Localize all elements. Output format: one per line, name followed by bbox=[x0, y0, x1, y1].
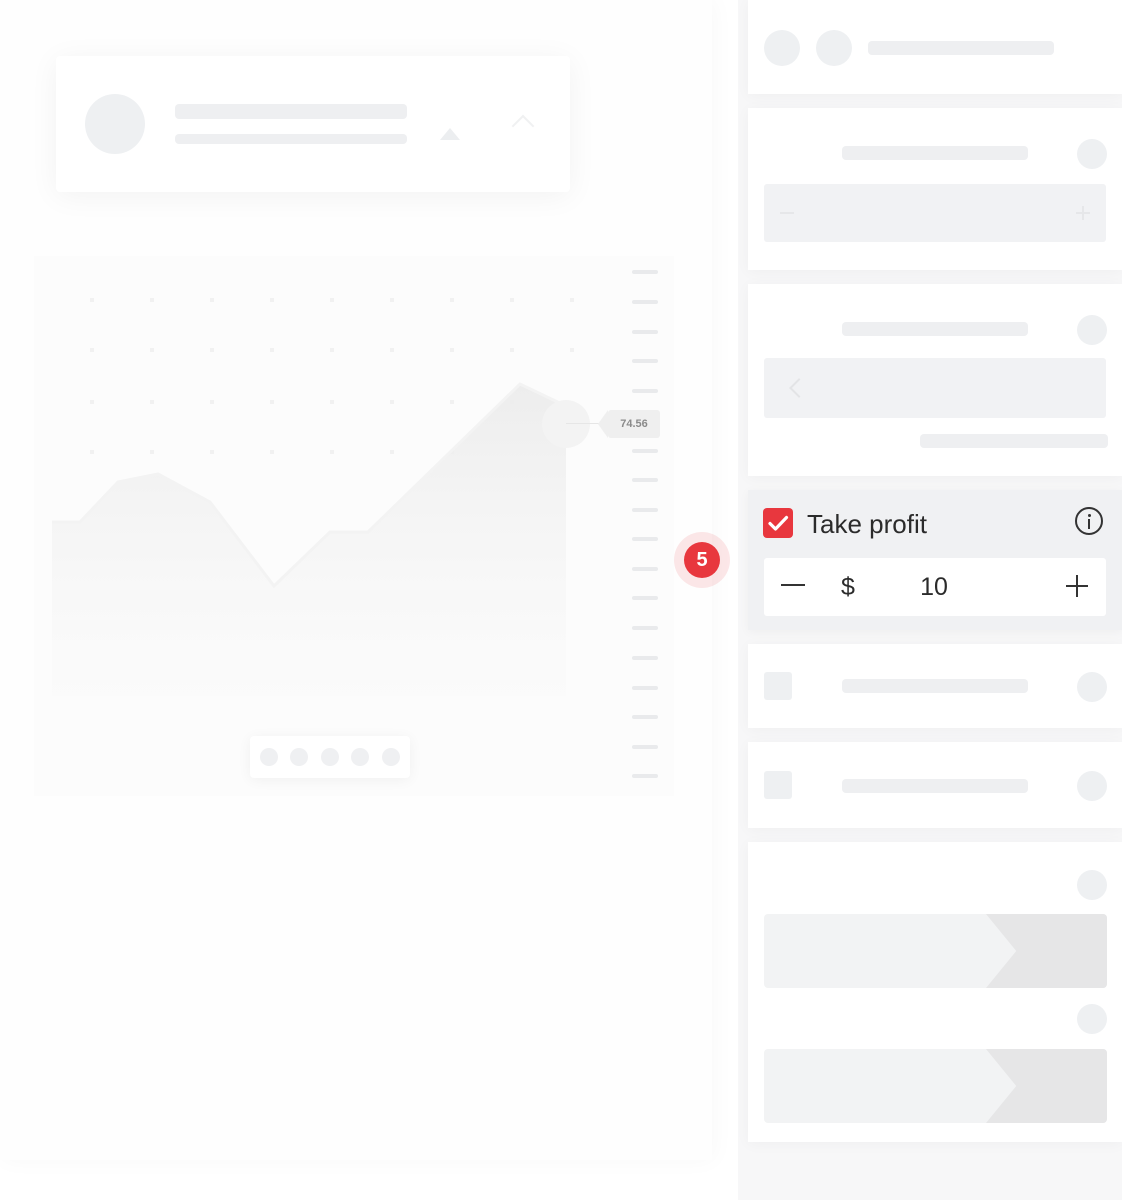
step-badge: 5 bbox=[684, 542, 720, 578]
axis-tick bbox=[632, 567, 658, 571]
buy-button[interactable] bbox=[764, 914, 1107, 988]
current-price-label: 74.56 bbox=[598, 410, 660, 438]
current-price-marker bbox=[542, 400, 590, 448]
pager-dot[interactable] bbox=[382, 748, 400, 766]
minus-icon[interactable] bbox=[781, 584, 805, 586]
check-icon bbox=[768, 515, 789, 531]
axis-tick bbox=[632, 478, 658, 482]
expiration-section bbox=[748, 284, 1122, 476]
sell-button[interactable] bbox=[764, 1049, 1107, 1123]
timeframe-pager[interactable] bbox=[250, 736, 410, 778]
header-title-placeholder bbox=[868, 41, 1054, 55]
pager-dot[interactable] bbox=[260, 748, 278, 766]
take-profit-value[interactable]: 10 bbox=[904, 570, 964, 604]
info-icon-dot bbox=[1088, 514, 1091, 517]
axis-tick bbox=[632, 270, 658, 274]
info-icon[interactable] bbox=[1077, 870, 1107, 900]
chart-canvas bbox=[52, 298, 590, 696]
take-profit-checkbox[interactable] bbox=[763, 508, 793, 538]
trend-up-icon bbox=[440, 128, 460, 140]
asset-avatar bbox=[85, 94, 145, 154]
axis-tick bbox=[632, 686, 658, 690]
buy-button-arrow bbox=[986, 914, 1107, 988]
currency-symbol: $ bbox=[841, 573, 855, 601]
info-icon-stem bbox=[1088, 519, 1090, 529]
axis-tick bbox=[632, 300, 658, 304]
option-checkbox[interactable] bbox=[764, 771, 792, 799]
axis-tick bbox=[632, 508, 658, 512]
info-icon[interactable] bbox=[1077, 1004, 1107, 1034]
axis-tick bbox=[632, 774, 658, 778]
info-icon[interactable] bbox=[1077, 139, 1107, 169]
amount-section bbox=[748, 108, 1122, 270]
axis-tick bbox=[632, 537, 658, 541]
info-icon[interactable] bbox=[1077, 315, 1107, 345]
option-row bbox=[748, 644, 1122, 728]
header-icon[interactable] bbox=[816, 30, 852, 66]
axis-tick bbox=[632, 656, 658, 660]
expiration-label-placeholder bbox=[842, 322, 1028, 336]
info-icon[interactable] bbox=[1077, 672, 1107, 702]
plus-icon-vertical bbox=[1082, 206, 1084, 220]
axis-tick bbox=[632, 359, 658, 363]
info-icon[interactable] bbox=[1077, 771, 1107, 801]
chevron-up-icon[interactable] bbox=[511, 114, 535, 138]
asset-title-placeholder bbox=[175, 104, 407, 119]
chevron-left-icon[interactable] bbox=[789, 378, 809, 398]
axis-tick bbox=[632, 715, 658, 719]
panel-header bbox=[748, 0, 1122, 94]
plus-icon-vertical bbox=[1076, 575, 1078, 597]
sell-button-arrow bbox=[986, 1049, 1107, 1123]
axis-tick bbox=[632, 596, 658, 600]
asset-subtitle-placeholder bbox=[175, 134, 407, 144]
amount-stepper[interactable] bbox=[764, 184, 1106, 242]
axis-tick bbox=[632, 745, 658, 749]
price-chart[interactable] bbox=[34, 256, 674, 796]
take-profit-label: Take profit bbox=[807, 509, 927, 539]
axis-tick bbox=[632, 449, 658, 453]
expiration-hint-placeholder bbox=[920, 434, 1108, 448]
info-icon[interactable] bbox=[1075, 507, 1103, 535]
option-label-placeholder bbox=[842, 779, 1028, 793]
pager-dot[interactable] bbox=[321, 748, 339, 766]
header-icon[interactable] bbox=[764, 30, 800, 66]
option-label-placeholder bbox=[842, 679, 1028, 693]
axis-tick bbox=[632, 389, 658, 393]
expiration-selector[interactable] bbox=[764, 358, 1106, 418]
pager-dot[interactable] bbox=[351, 748, 369, 766]
option-row bbox=[748, 742, 1122, 828]
axis-tick bbox=[632, 330, 658, 334]
minus-icon[interactable] bbox=[780, 212, 794, 214]
axis-tick bbox=[632, 626, 658, 630]
amount-label-placeholder bbox=[842, 146, 1028, 160]
pager-dot[interactable] bbox=[290, 748, 308, 766]
option-checkbox[interactable] bbox=[764, 672, 792, 700]
price-area bbox=[52, 384, 566, 696]
asset-card[interactable] bbox=[56, 56, 570, 192]
